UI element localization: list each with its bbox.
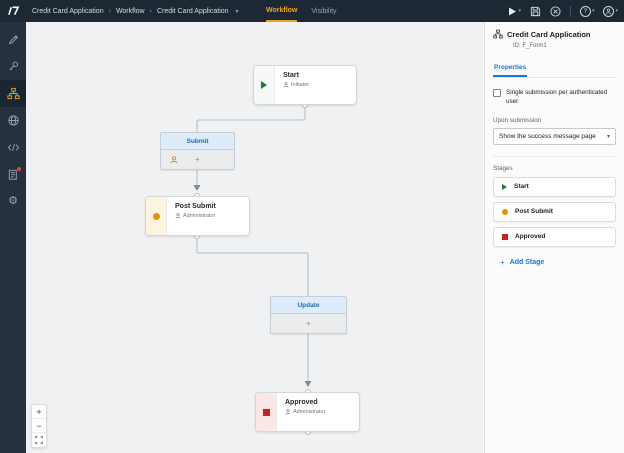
workflow-icon — [7, 87, 20, 100]
upon-submission-label: Upon submission — [493, 117, 616, 124]
sidebar-item-code[interactable] — [0, 134, 26, 161]
single-submission-label: Single submission per authenticated user — [506, 88, 616, 107]
notification-dot — [17, 167, 21, 171]
sidebar-item-permissions[interactable] — [0, 53, 26, 80]
stage-circle-icon — [153, 213, 160, 220]
upon-submission-select[interactable]: Show the success message page ▾ — [493, 128, 616, 145]
person-icon — [175, 213, 181, 219]
tab-workflow[interactable]: Workflow — [266, 0, 297, 22]
topbar-actions: ▾ ? ▾ — [508, 0, 618, 22]
form-id-label: ID: F_Form1 — [513, 43, 616, 49]
chevron-down-icon: ▾ — [592, 8, 595, 14]
node-submit[interactable]: Submit + — [160, 132, 235, 170]
close-button[interactable] — [550, 6, 561, 17]
breadcrumb-item-current[interactable]: Credit Card Application — [157, 8, 229, 15]
node-post-submit-strip — [146, 197, 167, 235]
stage-name: Approved — [515, 233, 545, 240]
code-icon — [7, 141, 20, 154]
chevron-down-icon: ▾ — [607, 133, 610, 140]
node-approved[interactable]: Approved Administrator — [255, 392, 360, 432]
chevron-down-icon: ▾ — [615, 8, 618, 14]
breadcrumb: Credit Card Application › Workflow › Cre… — [32, 8, 239, 15]
sidebar-item-workflow[interactable] — [0, 80, 26, 107]
single-submission-checkbox[interactable] — [493, 89, 501, 97]
zoom-out-button[interactable]: − — [32, 419, 46, 433]
divider — [493, 156, 616, 157]
help-icon: ? — [580, 6, 591, 17]
topbar-tabs: Workflow Visibility — [266, 0, 337, 22]
node-post-submit[interactable]: Post Submit Administrator — [145, 196, 250, 236]
add-action-button[interactable]: + — [195, 156, 200, 164]
left-sidebar: ⚙ — [0, 22, 26, 453]
save-button[interactable] — [530, 6, 541, 17]
gear-icon: ⚙ — [8, 196, 18, 207]
fit-screen-button[interactable] — [32, 433, 46, 447]
run-button[interactable]: ▾ — [508, 7, 521, 16]
tab-properties[interactable]: Properties — [493, 64, 527, 77]
workflow-icon — [493, 29, 503, 39]
app-logo-icon[interactable] — [7, 5, 20, 17]
add-action-button[interactable]: + — [306, 320, 311, 328]
node-title: Submit — [161, 133, 234, 150]
breadcrumb-separator: › — [109, 8, 111, 15]
play-icon — [502, 184, 507, 190]
node-assignee: Administrator — [293, 409, 325, 415]
tab-visibility[interactable]: Visibility — [311, 0, 336, 22]
square-icon — [502, 234, 508, 240]
node-start-strip — [254, 66, 275, 104]
assignee-icon[interactable] — [170, 156, 178, 164]
chevron-down-icon: ▾ — [518, 8, 521, 14]
breadcrumb-item-app[interactable]: Credit Card Application — [32, 8, 104, 15]
stage-name: Start — [514, 183, 529, 190]
properties-panel: Credit Card Application ID: F_Form1 Prop… — [484, 22, 624, 453]
globe-icon — [7, 114, 20, 127]
play-icon — [261, 81, 267, 89]
zoom-in-button[interactable]: + — [32, 405, 46, 419]
workflow-editor-app: Credit Card Application › Workflow › Cre… — [0, 0, 624, 453]
top-bar: Credit Card Application › Workflow › Cre… — [0, 0, 624, 22]
plus-icon: + — [500, 258, 505, 267]
stage-list-item-post-submit[interactable]: Post Submit — [493, 202, 616, 222]
fit-screen-icon — [35, 436, 43, 444]
node-assignee: Administrator — [183, 213, 215, 219]
workflow-canvas[interactable]: Start Initiator Submit + — [26, 22, 484, 453]
sidebar-item-activity-log[interactable] — [0, 161, 26, 188]
stage-list-item-approved[interactable]: Approved — [493, 227, 616, 247]
canvas-zoom-controls: + − — [31, 404, 47, 448]
node-title: Update — [271, 297, 346, 314]
panel-title: Credit Card Application — [507, 30, 590, 39]
stage-name: Post Submit — [515, 208, 553, 215]
select-value: Show the success message page — [499, 133, 596, 140]
node-update[interactable]: Update + — [270, 296, 347, 334]
node-title: Post Submit — [175, 203, 249, 210]
breadcrumb-separator: › — [150, 8, 152, 15]
add-stage-label: Add Stage — [510, 259, 545, 266]
help-menu-button[interactable]: ? ▾ — [580, 6, 595, 17]
sidebar-item-publish[interactable] — [0, 107, 26, 134]
sidebar-item-design[interactable] — [0, 26, 26, 53]
node-start[interactable]: Start Initiator — [253, 65, 357, 105]
add-stage-button[interactable]: + Add Stage — [493, 258, 616, 267]
breadcrumb-item-workflow[interactable]: Workflow — [116, 8, 145, 15]
person-icon — [283, 82, 289, 88]
divider — [570, 6, 571, 17]
chevron-down-icon[interactable]: ▾ — [236, 8, 239, 15]
node-approved-strip — [256, 393, 277, 431]
stages-label: Stages — [493, 165, 616, 172]
stage-square-icon — [263, 409, 270, 416]
person-icon — [285, 409, 291, 415]
node-title: Approved — [285, 399, 359, 406]
key-icon — [7, 60, 20, 73]
avatar-icon — [603, 6, 614, 17]
circle-icon — [502, 209, 508, 215]
node-title: Start — [283, 72, 356, 79]
stage-list-item-start[interactable]: Start — [493, 177, 616, 197]
node-assignee: Initiator — [291, 82, 309, 88]
sidebar-item-settings[interactable]: ⚙ — [0, 188, 26, 215]
single-submission-row: Single submission per authenticated user — [493, 88, 616, 107]
pen-icon — [7, 33, 20, 46]
account-menu-button[interactable]: ▾ — [603, 6, 618, 17]
